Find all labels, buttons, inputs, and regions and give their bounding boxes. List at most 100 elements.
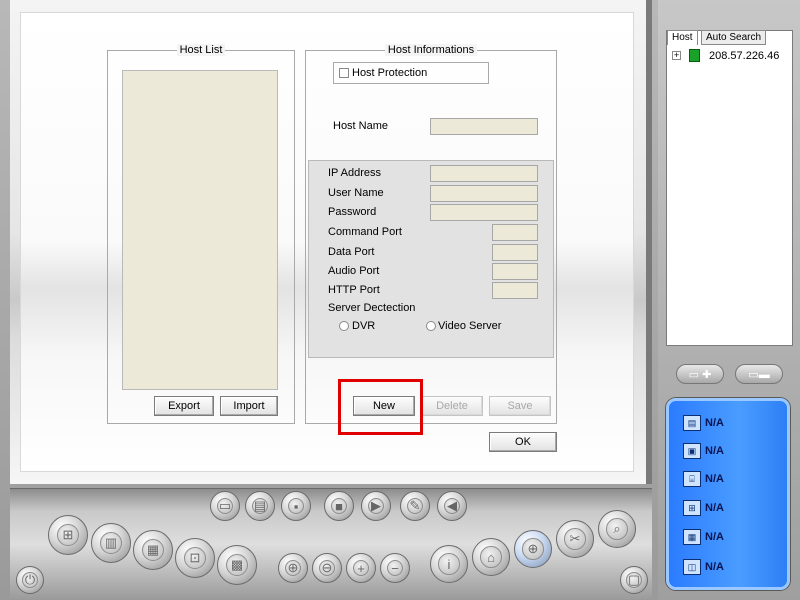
save-disk-icon: ▪ xyxy=(287,497,305,515)
video-server-radio[interactable] xyxy=(426,321,436,331)
zoom-full-button[interactable]: ⊖ xyxy=(312,553,342,583)
ip-icon: ⌸ xyxy=(683,471,701,487)
layout-16-button[interactable]: ▩ xyxy=(217,545,257,585)
status-value: N/A xyxy=(705,561,724,573)
status-value: N/A xyxy=(705,473,724,485)
layout-4-button[interactable]: ⊞ xyxy=(48,515,88,555)
user-name-label: User Name xyxy=(328,187,384,199)
data-port-field[interactable] xyxy=(492,244,538,261)
lock-button[interactable]: ▢ xyxy=(620,566,648,594)
pill-button-left[interactable]: ▭ ✚ xyxy=(676,364,724,384)
host-tree-panel: Host Auto Search + 208.57.226.46 xyxy=(666,30,793,346)
ok-button[interactable]: OK xyxy=(489,432,557,452)
zoom-out-button[interactable]: − xyxy=(380,553,410,583)
play-button[interactable]: ▶ xyxy=(361,491,391,521)
pen-icon: ✎ xyxy=(406,497,424,515)
network-camera-icon: ⌂ xyxy=(480,546,502,568)
export-button[interactable]: Export xyxy=(154,396,214,416)
zoom-in-button[interactable]: + xyxy=(346,553,376,583)
network-camera-button[interactable]: ⌂ xyxy=(472,538,510,576)
zoom-fit-icon: ⊕ xyxy=(284,559,302,577)
grid-6-icon: ▥ xyxy=(99,531,123,555)
zoom-in-icon: + xyxy=(352,559,370,577)
status-row: ◫ N/A xyxy=(683,557,724,577)
video-server-radio-label: Video Server xyxy=(438,320,502,332)
password-field[interactable] xyxy=(430,204,538,221)
grid-16-icon: ▩ xyxy=(225,553,249,577)
status-value: N/A xyxy=(705,417,724,429)
grid-13-icon: ⊡ xyxy=(183,546,207,570)
delete-button[interactable]: Delete xyxy=(421,396,483,416)
audio-port-label: Audio Port xyxy=(328,265,380,277)
snapshot-icon: ▭ xyxy=(216,497,234,515)
host-list-box[interactable] xyxy=(122,70,278,390)
status-row: ⊞ N/A xyxy=(683,498,724,518)
zoom-fit-button[interactable]: ⊕ xyxy=(278,553,308,583)
grid-4-icon: ⊞ xyxy=(56,523,80,547)
camera-icon: ▭▬ xyxy=(748,368,770,381)
info-icon: i xyxy=(438,553,460,575)
edit-button[interactable]: ✎ xyxy=(400,491,430,521)
lock-icon: ▢ xyxy=(626,572,642,588)
ip-address-label: IP Address xyxy=(328,167,381,179)
host-protection-checkbox[interactable] xyxy=(339,68,349,78)
audio-button[interactable]: ◀ xyxy=(437,491,467,521)
zoom-out-icon: − xyxy=(386,559,404,577)
search-icon: ⌕ xyxy=(606,518,628,540)
save-button[interactable]: Save xyxy=(489,396,551,416)
print-button[interactable]: ▤ xyxy=(245,491,275,521)
password-label: Password xyxy=(328,206,377,218)
status-value: N/A xyxy=(705,502,724,514)
import-button[interactable]: Import xyxy=(220,396,278,416)
status-row: ▦ N/A xyxy=(683,527,724,547)
tools-button[interactable]: ✂ xyxy=(556,520,594,558)
device-info-button[interactable]: i xyxy=(430,545,468,583)
http-port-field[interactable] xyxy=(492,282,538,299)
play-icon: ▶ xyxy=(367,497,385,515)
tab-host[interactable]: Host xyxy=(667,30,698,45)
status-value: N/A xyxy=(705,531,724,543)
print-icon: ▤ xyxy=(251,497,269,515)
tree-node-ip[interactable]: 208.57.226.46 xyxy=(709,50,779,62)
ip-address-field[interactable] xyxy=(430,165,538,182)
network-icon: ⊞ xyxy=(683,500,701,516)
host-info-title: Host Informations xyxy=(384,44,478,56)
record-icon: ▭ ✚ xyxy=(688,368,712,381)
stop-icon: ■ xyxy=(330,497,348,515)
power-icon: ⏻ xyxy=(22,572,38,588)
disk-button[interactable]: ▪ xyxy=(281,491,311,521)
tree-expand-icon[interactable]: + xyxy=(672,51,681,60)
grid-9-icon: ▦ xyxy=(141,538,165,562)
host-list-title: Host List xyxy=(176,44,226,56)
status-row: ⌸ N/A xyxy=(683,469,724,489)
film-icon: ▦ xyxy=(683,529,701,545)
status-panel: ▤ N/A ▣ N/A ⌸ N/A ⊞ N/A ▦ N/A ◫ N/A xyxy=(666,398,790,590)
host-name-field[interactable] xyxy=(430,118,538,135)
server-detection-label: Server Dectection xyxy=(328,302,416,314)
camera-network-icon: ▣ xyxy=(683,443,701,459)
dvr-radio[interactable] xyxy=(339,321,349,331)
user-name-field[interactable] xyxy=(430,185,538,202)
status-value: N/A xyxy=(705,445,724,457)
search-button[interactable]: ⌕ xyxy=(598,510,636,548)
layout-9-button[interactable]: ▦ xyxy=(133,530,173,570)
snapshot-button[interactable]: ▭ xyxy=(210,491,240,521)
dvr-node-icon xyxy=(689,49,700,62)
audio-port-field[interactable] xyxy=(492,263,538,280)
data-port-label: Data Port xyxy=(328,246,375,258)
power-button[interactable]: ⏻ xyxy=(16,566,44,594)
host-manager-button[interactable]: ⊕ xyxy=(514,530,552,568)
command-port-label: Command Port xyxy=(328,226,402,238)
dvr-radio-label: DVR xyxy=(352,320,376,332)
command-port-field[interactable] xyxy=(492,224,538,241)
zoom-full-icon: ⊖ xyxy=(318,559,336,577)
camera-icon: ◫ xyxy=(683,559,701,575)
status-row: ▤ N/A xyxy=(683,413,724,433)
pill-button-right[interactable]: ▭▬ xyxy=(735,364,783,384)
hdd-icon: ▤ xyxy=(683,415,701,431)
tab-auto-search[interactable]: Auto Search xyxy=(701,30,767,45)
layout-13-button[interactable]: ⊡ xyxy=(175,538,215,578)
speaker-icon: ◀ xyxy=(443,497,461,515)
stop-button[interactable]: ■ xyxy=(324,491,354,521)
layout-6-button[interactable]: ▥ xyxy=(91,523,131,563)
